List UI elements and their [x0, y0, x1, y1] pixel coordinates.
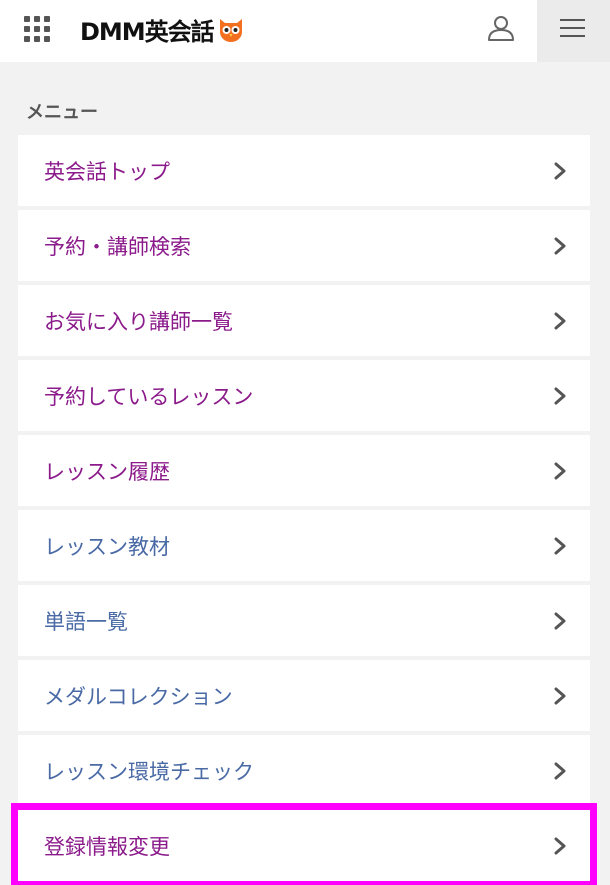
chevron-right-icon [554, 837, 566, 854]
user-icon[interactable] [486, 13, 516, 43]
menu-item[interactable]: 予約しているレッスン [18, 360, 590, 431]
menu-item[interactable]: レッスン教材 [18, 510, 590, 581]
chevron-right-icon [554, 462, 566, 479]
menu-item-label: レッスン環境チェック [44, 759, 254, 784]
menu-item[interactable]: メダルコレクション [18, 660, 590, 731]
chevron-right-icon [554, 387, 566, 404]
menu-item-label: メダルコレクション [44, 684, 233, 709]
menu-item-label: レッスン教材 [44, 534, 170, 559]
menu-item[interactable]: 単語一覧 [18, 585, 590, 656]
menu-item-label: お気に入り講師一覧 [44, 309, 233, 334]
menu-item[interactable]: 予約・講師検索 [18, 210, 590, 281]
menu-item-label: 登録情報変更 [44, 834, 170, 859]
menu-list: 英会話トップ 予約・講師検索 お気に入り講師一覧 予約しているレッスン レッスン履歴 レッ… [11, 135, 597, 885]
top-header: DMM英会話 [0, 0, 610, 62]
menu-item-label: 予約しているレッスン [44, 384, 254, 409]
menu-item-label: 英会話トップ [44, 159, 170, 184]
chevron-right-icon [554, 537, 566, 554]
menu-item-label: 予約・講師検索 [44, 234, 191, 259]
grid-icon[interactable] [24, 16, 50, 42]
menu-item[interactable]: 登録情報変更 [11, 803, 597, 885]
chevron-right-icon [554, 237, 566, 254]
menu-item-label: レッスン履歴 [44, 459, 170, 484]
chevron-right-icon [554, 312, 566, 329]
chevron-right-icon [554, 162, 566, 179]
menu-item[interactable]: お気に入り講師一覧 [18, 285, 590, 356]
section-title: メニュー [26, 102, 98, 123]
menu-item[interactable]: レッスン環境チェック [18, 735, 590, 806]
owl-logo-icon [219, 19, 242, 42]
menu-item-label: 単語一覧 [44, 609, 128, 634]
hamburger-menu-icon[interactable] [537, 0, 610, 62]
chevron-right-icon [554, 762, 566, 779]
menu-item[interactable]: レッスン履歴 [18, 435, 590, 506]
logo-text: DMM英会話 [80, 17, 215, 46]
menu-item[interactable]: 英会話トップ [18, 135, 590, 206]
chevron-right-icon [554, 687, 566, 704]
chevron-right-icon [554, 612, 566, 629]
logo[interactable]: DMM英会話 [80, 12, 245, 46]
